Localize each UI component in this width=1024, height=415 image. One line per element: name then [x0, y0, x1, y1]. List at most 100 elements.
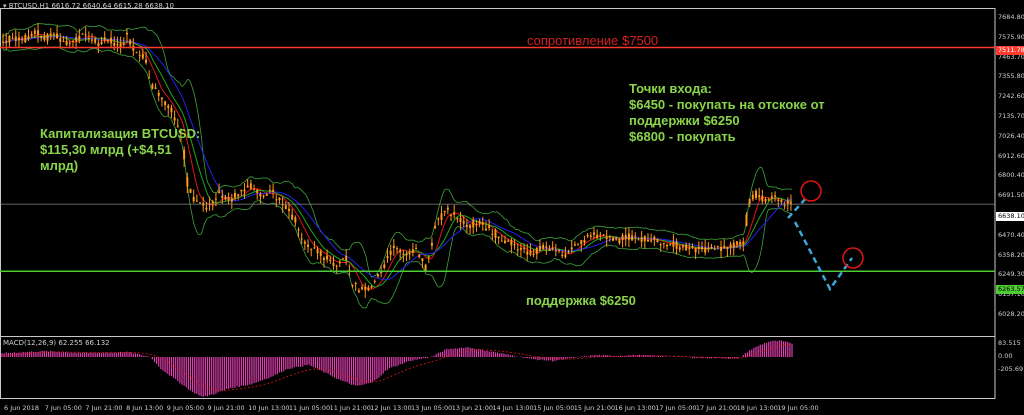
price-tick-label: 7242.60 — [998, 92, 1024, 101]
candle-body — [100, 41, 103, 44]
candle-body — [376, 274, 379, 277]
candle-body — [322, 258, 325, 261]
candle-body — [307, 244, 310, 247]
chart-header: ▾ BTCUSD,H1 6616.72 6640.64 6615.28 6638… — [3, 2, 174, 10]
macd-label: MACD(12,26,9) 62.255 66.132 — [3, 339, 110, 347]
projection — [787, 180, 864, 292]
candle-body — [443, 210, 446, 213]
candle-body — [434, 226, 437, 229]
candle-body — [243, 189, 246, 192]
candle-body — [310, 249, 313, 251]
time-tick-label: 13 Jun 05:00 — [411, 404, 453, 412]
candle-body — [513, 244, 516, 246]
candle-body — [125, 32, 128, 35]
candle-body — [21, 38, 24, 40]
candle-body — [87, 37, 90, 40]
candle-body — [335, 265, 338, 267]
candle-body — [732, 242, 735, 248]
candle-body — [297, 229, 300, 231]
candle-body — [720, 246, 723, 252]
candle-body — [56, 33, 59, 39]
candle-body — [783, 205, 786, 207]
candle-body — [729, 244, 732, 248]
candle-body — [592, 232, 595, 235]
candle-body — [205, 207, 208, 210]
candle-body — [421, 258, 424, 262]
candle-body — [256, 189, 259, 194]
price-tick-label: 6358.20 — [998, 250, 1024, 259]
macd-tick-label: 83.515 — [998, 339, 1021, 347]
candle-body — [411, 249, 414, 253]
chart-frame — [0, 8, 996, 399]
candle-body — [138, 55, 141, 57]
candle-body — [761, 195, 764, 202]
candle-body — [602, 234, 605, 236]
candle-body — [415, 247, 418, 249]
triangle-down-icon[interactable]: ▾ — [3, 2, 7, 10]
candle-body — [52, 33, 55, 35]
candle-body — [472, 220, 475, 228]
candle-body — [666, 244, 669, 247]
time-tick-label: 13 Jun 21:00 — [451, 404, 493, 412]
candle-body — [754, 190, 757, 198]
candle-body — [141, 53, 144, 59]
candle-body — [567, 251, 570, 253]
candle-body — [392, 245, 395, 248]
time-tick-label: 17 Jun 05:00 — [655, 404, 697, 412]
candle-body — [631, 235, 634, 241]
symbol-label: BTCUSD,H1 — [8, 2, 50, 10]
candle-body — [329, 259, 332, 261]
candle-body — [516, 249, 519, 251]
candle-body — [529, 251, 532, 255]
candle-body — [145, 59, 148, 63]
candle-body — [199, 202, 202, 204]
candle-body — [656, 238, 659, 243]
time-tick-label: 9 Jun 21:00 — [207, 404, 245, 412]
target-circle-upper — [800, 180, 822, 202]
candle-body — [233, 192, 236, 198]
candle-body — [504, 240, 507, 243]
candle-body — [97, 43, 100, 46]
candle-body — [284, 205, 287, 210]
candle-body — [186, 177, 189, 187]
trading-chart-window[interactable]: { "header": { "symbol": "BTCUSD,H1", "oh… — [0, 0, 1024, 415]
candle-body — [758, 195, 761, 198]
time-tick-label: 16 Jun 13:00 — [614, 404, 656, 412]
candle-body — [745, 214, 748, 226]
candle-body — [408, 253, 411, 255]
candle-body — [316, 249, 319, 254]
candle-body — [713, 248, 716, 250]
candle-body — [545, 246, 548, 248]
resistance-price-tag: 7511.78 — [996, 46, 1024, 55]
candle-body — [253, 189, 256, 191]
candle-body — [570, 247, 573, 250]
candle-body — [596, 234, 599, 239]
candle-body — [723, 245, 726, 249]
candle-body — [110, 37, 113, 44]
macd-tick-label: -205.69 — [998, 365, 1024, 373]
candle-body — [446, 207, 449, 210]
candle-body — [672, 241, 675, 247]
capitalization-annotation: Капитализация BTCUSD: $115,30 млрд (+$4,… — [40, 126, 201, 173]
candle-body — [694, 247, 697, 253]
candle-body — [427, 256, 430, 258]
candle-body — [332, 262, 335, 266]
candle-body — [148, 77, 151, 79]
candle-body — [573, 244, 576, 246]
candle-body — [586, 234, 589, 237]
candle-body — [367, 287, 370, 291]
candle-body — [507, 240, 510, 242]
candle-body — [634, 236, 637, 238]
price-tick-label: 7355.80 — [998, 72, 1024, 81]
price-tick-label: 7684.80 — [998, 13, 1024, 21]
candle-body — [542, 244, 545, 250]
candle-body — [246, 185, 249, 188]
candle-body — [453, 212, 456, 215]
candle-body — [386, 255, 389, 259]
candle-body — [440, 213, 443, 220]
candle-body — [532, 253, 535, 256]
candle-body — [465, 224, 468, 227]
price-chart[interactable] — [0, 0, 1024, 415]
candle-body — [697, 246, 700, 250]
candle-body — [341, 258, 344, 260]
